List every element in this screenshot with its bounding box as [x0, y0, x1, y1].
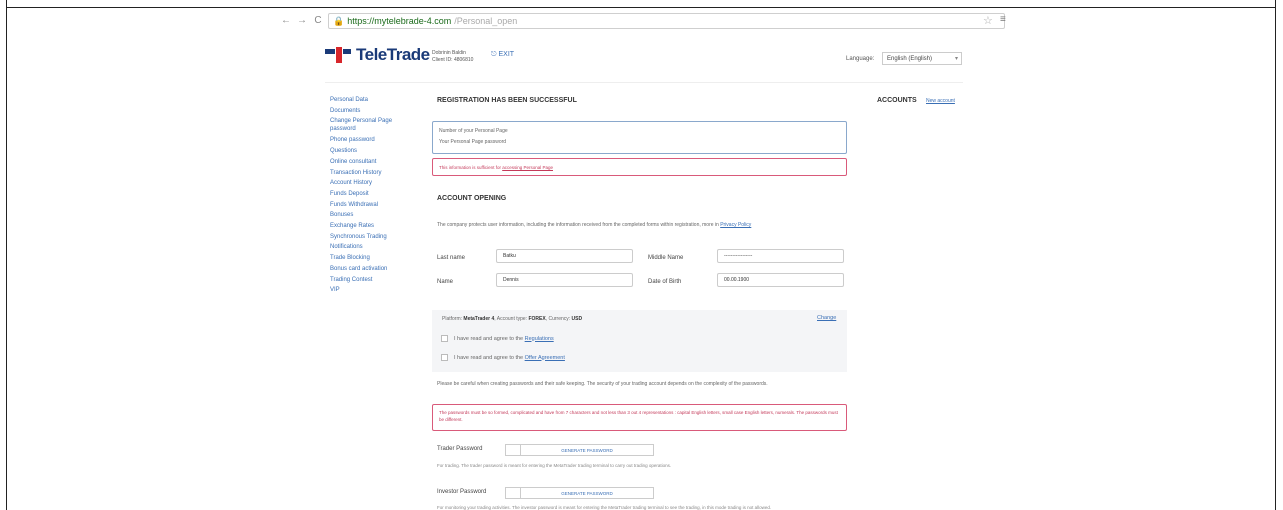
name-field[interactable]: Dennis	[496, 273, 633, 287]
change-platform-link[interactable]: Change	[817, 315, 836, 321]
accounts-title: ACCOUNTS	[877, 97, 917, 104]
sidebar-item-phone-password[interactable]: Phone password	[330, 135, 410, 146]
sidebar-item-vip[interactable]: VIP	[330, 285, 410, 296]
reload-icon[interactable]: C	[312, 15, 324, 27]
sidebar-item-transaction-history[interactable]: Transaction History	[330, 168, 410, 179]
privacy-policy-link[interactable]: Privacy Policy	[720, 222, 751, 228]
password-warning: Please be careful when creating password…	[437, 381, 768, 387]
browser-toolbar: ← → C 🔒 https://mytelebrade-4.com/Person…	[280, 11, 1005, 31]
dob-field[interactable]: 00.00.1900	[717, 273, 844, 287]
name-value: Dennis	[503, 277, 519, 283]
screenshot-frame: ← → C 🔒 https://mytelebrade-4.com/Person…	[0, 0, 1283, 510]
registration-title: REGISTRATION HAS BEEN SUCCESSFUL	[437, 97, 577, 104]
sidebar-item-bonuses[interactable]: Bonuses	[330, 210, 410, 221]
new-account-link[interactable]: New account	[926, 98, 955, 104]
teletrade-logo[interactable]: TeleTrade	[325, 45, 430, 65]
page-password-label: Your Personal Page password	[439, 139, 507, 145]
offer-checkbox[interactable]	[441, 354, 448, 361]
sidebar-item-funds-withdrawal[interactable]: Funds Withdrawal	[330, 200, 410, 211]
sidebar-item-account-history[interactable]: Account History	[330, 178, 410, 189]
address-bar[interactable]: 🔒 https://mytelebrade-4.com/Personal_ope…	[328, 13, 1005, 29]
url-host: https://mytelebrade-4.com	[347, 16, 452, 26]
offer-agreement: I have read and agree to the Offer Agree…	[441, 354, 565, 361]
sidebar-item-online-consultant[interactable]: Online consultant	[330, 157, 410, 168]
frame-top-border	[0, 7, 1283, 8]
password-rules-alert: The passwords must be so formed, complic…	[432, 404, 847, 431]
sidebar-item-notifications[interactable]: Notifications	[330, 242, 410, 253]
alert-prefix: This information is sufficient for	[439, 165, 503, 170]
trader-password-label: Trader Password	[437, 446, 483, 452]
middle-name-label: Middle Name	[648, 255, 684, 261]
last-name-field[interactable]: Batku	[496, 249, 633, 263]
header-divider	[325, 82, 963, 83]
personal-page-link[interactable]: accessing Personal Page	[502, 165, 553, 170]
name-label: Name	[437, 279, 454, 285]
user-name: Dobrinin Baldin	[432, 50, 466, 56]
middle-name-value: -----------------	[724, 253, 753, 259]
offer-agreement-link[interactable]: Offer Agreement	[525, 355, 565, 361]
regulations-link[interactable]: Regulations	[525, 336, 554, 342]
exit-label: EXIT	[498, 51, 515, 58]
last-name-value: Batku	[503, 253, 516, 259]
sidebar-item-personal-data[interactable]: Personal Data	[330, 95, 410, 106]
platform-summary: Platform: MetaTrader 4, Account type: FO…	[442, 316, 583, 322]
investor-password-label: Investor Password	[437, 489, 487, 495]
frame-right-border	[1275, 0, 1283, 510]
sidebar-item-funds-deposit[interactable]: Funds Deposit	[330, 189, 410, 200]
sidebar-item-change-password[interactable]: Change Personal Page password	[330, 118, 408, 133]
chevron-down-icon: ▾	[954, 56, 958, 62]
currency-value: USD	[571, 316, 583, 322]
client-id: Client ID: 4806810	[432, 57, 474, 63]
url-path: /Personal_open	[454, 16, 518, 26]
logo-text: TeleTrade	[356, 45, 430, 64]
account-type-value: FOREX	[528, 316, 546, 322]
sidebar-item-exchange-rates[interactable]: Exchange Rates	[330, 221, 410, 232]
middle-name-field[interactable]: -----------------	[717, 249, 844, 263]
last-name-label: Last name	[437, 255, 466, 261]
frame-left-border	[0, 0, 7, 510]
sidebar-item-trading-contest[interactable]: Trading Contest	[330, 275, 410, 286]
lock-icon: 🔒	[333, 15, 345, 26]
privacy-text: The company protects user information, i…	[437, 222, 721, 228]
sidebar-nav: Personal Data Documents Change Personal …	[330, 95, 410, 296]
dob-value: 00.00.1900	[724, 277, 750, 283]
regulations-agreement: I have read and agree to the Regulations	[441, 335, 554, 342]
generate-trader-password-button[interactable]: Generate password	[520, 444, 654, 456]
forward-arrow-icon[interactable]: →	[296, 15, 308, 27]
platform-value: MetaTrader 4	[463, 316, 495, 322]
dob-label: Date of Birth	[648, 279, 682, 285]
exit-button[interactable]: ⎋ EXIT	[491, 51, 514, 59]
language-select[interactable]: English (English) ▾	[882, 52, 962, 65]
access-alert: This information is sufficient for acces…	[432, 158, 847, 176]
language-value: English (English)	[887, 55, 933, 62]
browser-menu-icon[interactable]: ≡	[1000, 14, 1006, 25]
back-arrow-icon[interactable]: ←	[280, 15, 292, 27]
page-number-label: Number of your Personal Page	[439, 128, 508, 134]
sidebar-item-documents[interactable]: Documents	[330, 106, 410, 117]
logo-mark-icon	[325, 47, 351, 63]
sidebar-item-questions[interactable]: Questions	[330, 146, 410, 157]
bookmark-star-icon[interactable]: ☆	[983, 14, 993, 27]
regulations-checkbox[interactable]	[441, 335, 448, 342]
sidebar-item-bonus-card[interactable]: Bonus card activation	[330, 264, 410, 275]
account-opening-title: ACCOUNT OPENING	[437, 195, 507, 202]
language-label: Language:	[846, 56, 875, 62]
generate-investor-password-button[interactable]: Generate password	[520, 487, 654, 499]
user-info: Dobrinin Baldin Client ID: 4806810	[432, 50, 473, 64]
privacy-notice: The company protects user information, i…	[437, 222, 847, 229]
trader-password-hint: For trading. The trader password is mean…	[437, 463, 672, 468]
sidebar-item-trade-blocking[interactable]: Trade Blocking	[330, 253, 410, 264]
sidebar-item-synchronous-trading[interactable]: Synchronous Trading	[330, 232, 410, 243]
credentials-info-box: Number of your Personal Page Your Person…	[432, 121, 847, 154]
investor-password-hint: For monitoring your trading activities. …	[437, 505, 772, 510]
